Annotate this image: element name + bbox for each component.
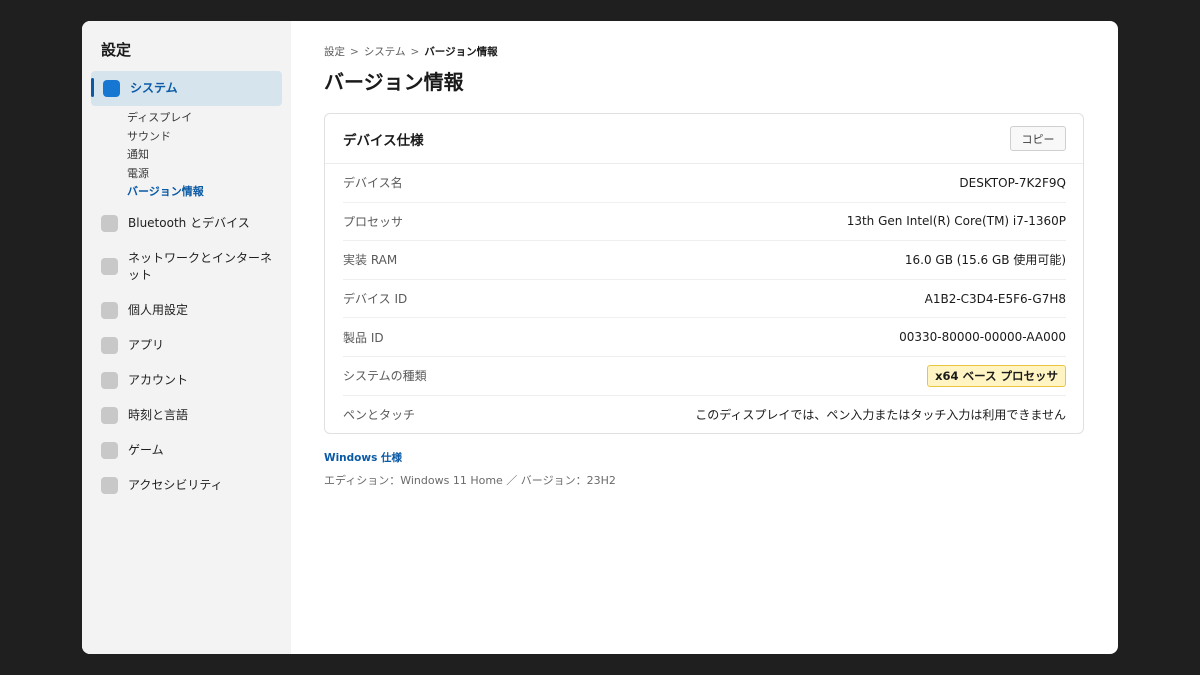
bluetooth-icon [101,214,118,232]
spec-row-processor: プロセッサ 13th Gen Intel(R) Core(TM) i7-1360… [343,203,1066,242]
accessibility-icon [101,476,118,494]
sidebar-item-label: ゲーム [128,442,164,457]
breadcrumb-item-system[interactable]: システム [364,46,406,58]
system-subnav: ディスプレイ サウンド 通知 電源 バージョン情報 [127,109,291,202]
sidebar-item-accounts[interactable]: アカウント [91,363,282,398]
spec-label: デバイス名 [343,176,403,191]
spec-value: 13th Gen Intel(R) Core(TM) i7-1360P [846,214,1066,229]
sidebar-item-accessibility[interactable]: アクセシビリティ [91,468,282,503]
subnav-item-display[interactable]: ディスプレイ [127,109,291,128]
spec-value: DESKTOP-7K2F9Q [959,175,1066,190]
sidebar-item-label: システム [130,81,178,95]
breadcrumb-item-current: バージョン情報 [424,46,498,58]
sidebar: 設定 システム ディスプレイ サウンド 通知 電源 バージョン情報 Blueto… [82,21,291,654]
subnav-item-power[interactable]: 電源 [127,165,291,184]
spec-row-ram: 実装 RAM 16.0 GB (15.6 GB 使用可能) [343,241,1066,280]
subnav-item-sound[interactable]: サウンド [127,128,291,147]
system-type-badge: x64 ベース プロセッサ [927,364,1066,387]
device-specs-card: デバイス仕様 コピー デバイス名 DESKTOP-7K2F9Q プロセッサ 13… [324,113,1084,435]
sidebar-item-network[interactable]: ネットワークとインターネット [91,241,282,293]
spec-label: システムの種類 [343,369,427,384]
windows-specs-link[interactable]: Windows 仕様 [324,450,1118,465]
breadcrumb-separator: > [350,46,359,58]
device-specs-header: デバイス仕様 コピー [325,114,1083,164]
sidebar-item-label: アカウント [128,372,189,387]
sidebar-item-bluetooth[interactable]: Bluetooth とデバイス [91,206,282,241]
sidebar-item-label: 時刻と言語 [128,407,189,422]
gaming-icon [101,441,118,459]
time-language-icon [101,406,118,424]
personalization-icon [101,301,118,319]
spec-label: プロセッサ [343,214,404,229]
breadcrumb-separator: > [410,46,420,58]
sidebar-item-time-language[interactable]: 時刻と言語 [91,398,282,433]
spec-label: 実装 RAM [343,253,398,268]
spec-value: このディスプレイでは、ペン入力またはタッチ入力は利用できません [695,407,1066,422]
apps-icon [101,336,118,354]
sidebar-item-personalization[interactable]: 個人用設定 [91,293,282,328]
sidebar-item-label: 個人用設定 [128,302,189,317]
spec-row-system-type: システムの種類 x64 ベース プロセッサ [343,357,1066,396]
network-icon [101,258,118,276]
windows-edition-text: エディション：Windows 11 Home ／ バージョン：23H2 [324,474,616,488]
copy-button[interactable]: コピー [1010,126,1066,151]
sidebar-item-gaming[interactable]: ゲーム [91,433,282,468]
sidebar-item-label: アプリ [128,337,165,352]
subnav-item-about[interactable]: バージョン情報 [127,183,291,202]
settings-window: 設定 システム ディスプレイ サウンド 通知 電源 バージョン情報 Blueto… [82,21,1118,654]
device-specs-title: デバイス仕様 [343,132,424,149]
sidebar-item-label: ネットワークとインターネット [128,250,273,282]
breadcrumb: 設定 > システム > バージョン情報 [324,44,1118,60]
sidebar-item-label: アクセシビリティ [128,477,223,492]
sidebar-item-label: Bluetooth とデバイス [128,215,250,230]
page-title: バージョン情報 [324,70,464,94]
spec-row-pen-touch: ペンとタッチ このディスプレイでは、ペン入力またはタッチ入力は利用できません [343,396,1066,434]
spec-label: ペンとタッチ [343,407,416,422]
spec-value: 00330-80000-00000-AA000 [899,330,1066,345]
spec-label: 製品 ID [343,330,384,345]
system-icon [103,80,120,97]
spec-row-device-name: デバイス名 DESKTOP-7K2F9Q [343,164,1066,203]
spec-value: A1B2-C3D4-E5F6-G7H8 [924,291,1066,306]
spec-label: デバイス ID [343,292,408,307]
main-content: 設定 > システム > バージョン情報 バージョン情報 デバイス仕様 コピー デバイス名… [291,21,1118,654]
spec-value: 16.0 GB (15.6 GB 使用可能) [904,253,1066,268]
spec-row-device-id: デバイス ID A1B2-C3D4-E5F6-G7H8 [343,280,1066,319]
sidebar-item-apps[interactable]: アプリ [91,328,282,363]
sidebar-item-system[interactable]: システム [91,71,282,106]
accounts-icon [101,371,118,389]
subnav-item-notifications[interactable]: 通知 [127,146,291,165]
breadcrumb-item-settings[interactable]: 設定 [324,46,345,58]
spec-row-product-id: 製品 ID 00330-80000-00000-AA000 [343,318,1066,357]
app-title: 設定 [101,41,132,59]
